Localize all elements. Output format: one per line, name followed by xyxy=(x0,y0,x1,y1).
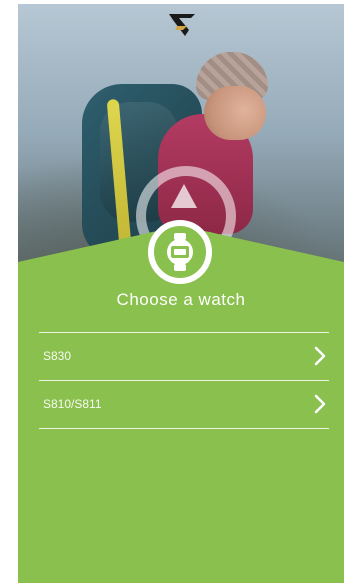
watch-option-s830[interactable]: S830 xyxy=(39,332,329,380)
watch-option-label: S830 xyxy=(43,349,72,363)
watch-list: S830 S810/S811 xyxy=(39,332,329,429)
chevron-right-icon xyxy=(314,394,326,414)
watch-icon xyxy=(167,233,193,271)
hiker-face xyxy=(204,86,266,140)
watch-option-label: S810/S811 xyxy=(43,397,102,411)
brand-logo-icon xyxy=(169,14,195,36)
compass-arrow-icon xyxy=(171,184,197,208)
chevron-right-icon xyxy=(314,346,326,366)
watch-badge xyxy=(148,220,212,284)
app-screen: Choose a watch S830 S810/S811 xyxy=(18,4,344,583)
page-title: Choose a watch xyxy=(116,290,246,309)
watch-option-s810-s811[interactable]: S810/S811 xyxy=(39,380,329,429)
